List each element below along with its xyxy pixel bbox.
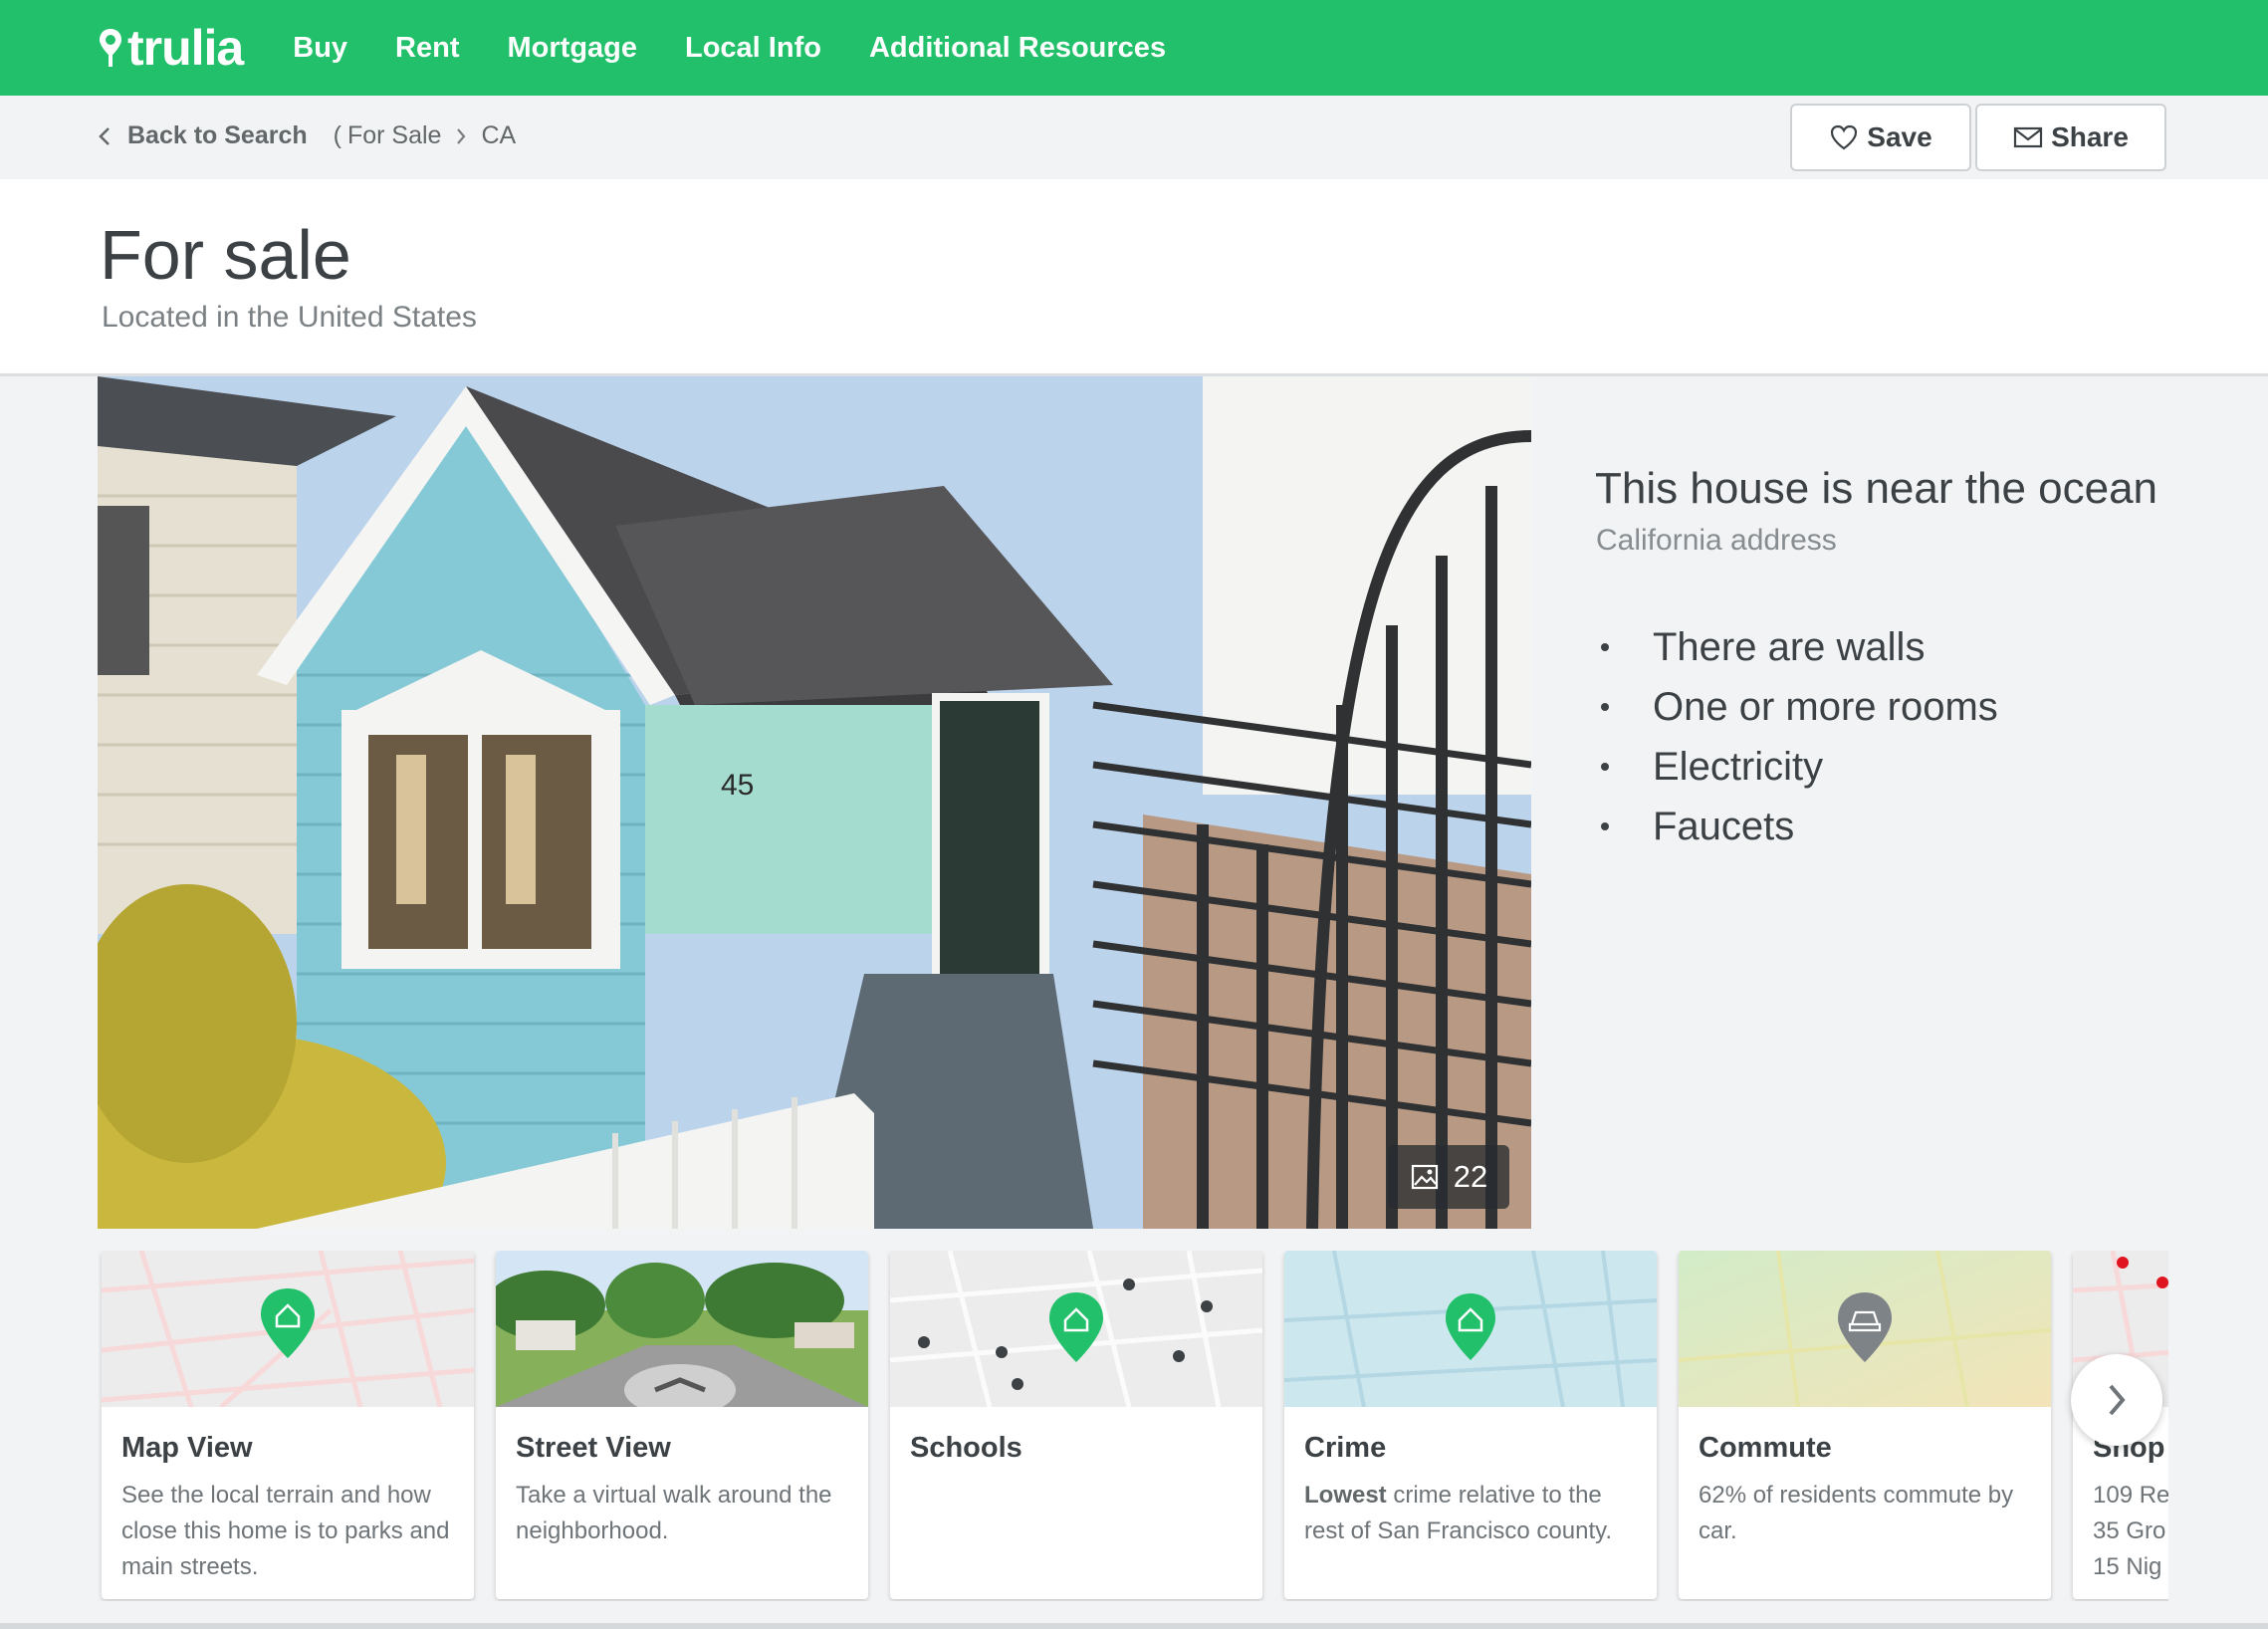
heart-icon [1831, 124, 1858, 150]
listing-photo[interactable]: 45 22 [98, 376, 1531, 1229]
chevron-right-icon [457, 127, 466, 144]
chevron-right-icon [2109, 1384, 2126, 1416]
nav-rent[interactable]: Rent [395, 32, 459, 65]
card-title: Street View [516, 1432, 671, 1464]
feature-item: Electricity [1595, 737, 1998, 797]
street-thumbnail [496, 1251, 868, 1407]
local-info-cards: Map View See the local terrain and how c… [98, 1251, 2168, 1601]
logo-text: trulia [127, 20, 244, 76]
house-photo: 45 [98, 376, 1531, 1229]
breadcrumb-paren: ( [333, 121, 341, 149]
feature-list: There are walls One or more rooms Electr… [1595, 617, 1998, 856]
card-street-view[interactable]: Street View Take a virtual walk around t… [496, 1251, 868, 1599]
save-label: Save [1867, 121, 1932, 152]
photo-count: 22 [1453, 1159, 1488, 1194]
nav-additional-resources[interactable]: Additional Resources [869, 32, 1166, 65]
next-cards-button[interactable] [2071, 1354, 2162, 1446]
top-nav: trulia Buy Rent Mortgage Local Info Addi… [0, 0, 2268, 96]
card-description: 109 Re 35 Gro 15 Nig [2093, 1482, 2168, 1580]
page-title: For sale [100, 216, 351, 294]
nav-local-info[interactable]: Local Info [685, 32, 821, 65]
feature-item: One or more rooms [1595, 677, 1998, 737]
card-title: Map View [121, 1432, 253, 1464]
mail-icon [2013, 126, 2043, 148]
card-description: 62% of residents commute by car. [1699, 1482, 2014, 1544]
card-description: See the local terrain and how close this… [121, 1482, 450, 1580]
back-to-search-label: Back to Search [127, 121, 308, 149]
page-subtitle: Located in the United States [102, 301, 477, 334]
card-description: Lowest crime relative to the rest of San… [1304, 1482, 1613, 1544]
feature-item: There are walls [1595, 617, 1998, 677]
info-title: This house is near the ocean [1595, 464, 2158, 513]
card-description: Take a virtual walk around the neighborh… [516, 1482, 832, 1544]
card-title: Schools [910, 1432, 1022, 1464]
card-commute[interactable]: Commute 62% of residents commute by car. [1679, 1251, 2051, 1599]
schools-map-thumbnail [890, 1251, 1262, 1407]
card-schools[interactable]: Schools [890, 1251, 1262, 1599]
back-to-search-link[interactable]: Back to Search [98, 121, 308, 150]
house-number: 45 [721, 769, 754, 802]
location-pin-icon [100, 29, 121, 67]
feature-item: Faucets [1595, 797, 1998, 856]
nav-buy[interactable]: Buy [293, 32, 347, 65]
page-bottom-divider [0, 1623, 2268, 1629]
map-thumbnail [102, 1251, 474, 1407]
breadcrumb-state[interactable]: CA [481, 121, 516, 150]
commute-map-thumbnail [1679, 1251, 2051, 1407]
breadcrumb-bar: Back to Search ( For Sale CA Save Share [0, 96, 2268, 179]
card-map-view[interactable]: Map View See the local terrain and how c… [102, 1251, 474, 1599]
image-gallery-icon [1411, 1164, 1438, 1190]
breadcrumb: Back to Search ( For Sale CA [98, 121, 516, 150]
save-button[interactable]: Save [1790, 104, 1971, 171]
info-subtitle: California address [1596, 524, 1837, 557]
card-title: Crime [1304, 1432, 1387, 1464]
card-title: Commute [1699, 1432, 1832, 1464]
share-button[interactable]: Share [1975, 104, 2166, 171]
chevron-left-icon [99, 126, 110, 145]
card-crime[interactable]: Crime Lowest crime relative to the rest … [1284, 1251, 1657, 1599]
trulia-logo[interactable]: trulia [98, 19, 244, 77]
crime-map-thumbnail [1284, 1251, 1657, 1407]
share-label: Share [2051, 121, 2129, 152]
photo-count-badge[interactable]: 22 [1388, 1145, 1509, 1209]
nav-mortgage[interactable]: Mortgage [508, 32, 638, 65]
listing-header: For sale Located in the United States [0, 179, 2268, 376]
breadcrumb-for-sale[interactable]: For Sale [347, 121, 441, 150]
